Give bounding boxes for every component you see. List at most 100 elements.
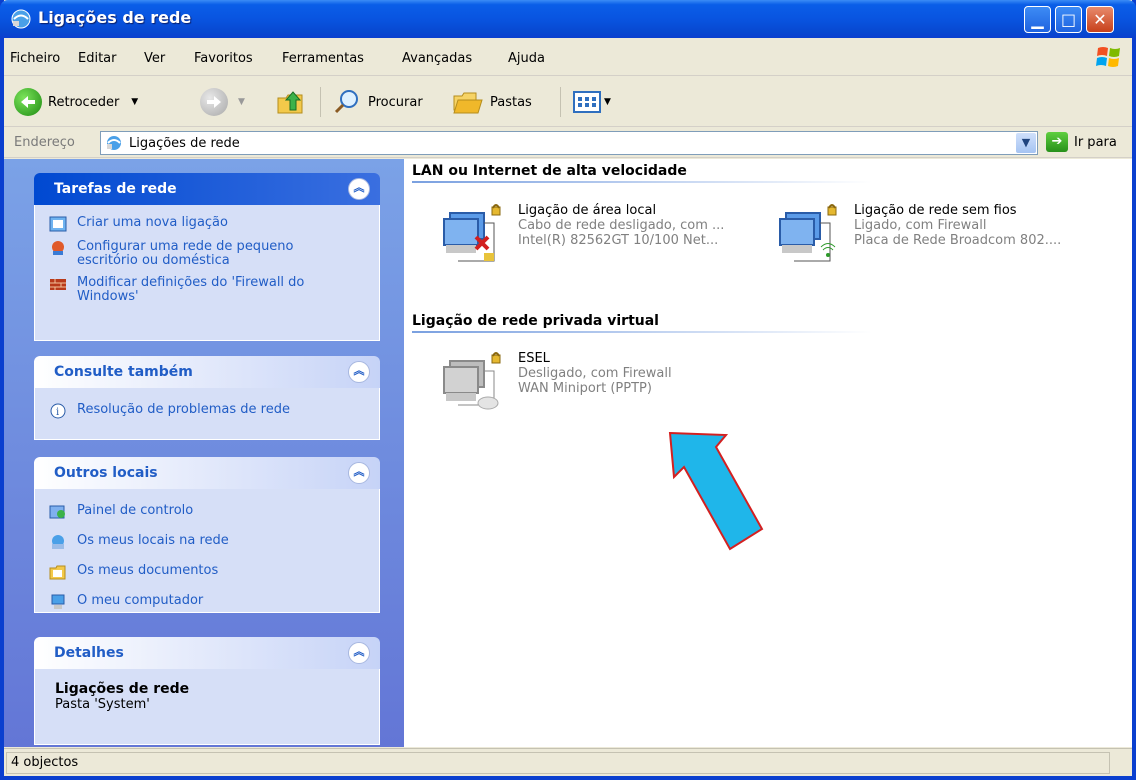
forward-button[interactable]: ▼	[200, 87, 245, 117]
task-label: Configurar uma rede de pequeno escritóri…	[77, 239, 294, 268]
back-dropdown-icon[interactable]: ▼	[131, 97, 138, 107]
network-tasks-header[interactable]: Tarefas de rede ︽	[34, 173, 380, 205]
task-label: Resolução de problemas de rede	[77, 402, 290, 417]
explorer-window: Ligações de rede ▁ □ ✕ Ficheiro Editar V…	[0, 0, 1136, 780]
network-connections-icon	[107, 136, 121, 150]
network-connections-icon	[11, 9, 31, 29]
panel-title: Outros locais	[54, 465, 158, 481]
task-setup-home-network[interactable]: Configurar uma rede de pequeno escritóri…	[35, 237, 379, 271]
see-also-panel: Consulte também ︽ i Resolução de problem…	[34, 356, 380, 440]
address-value: Ligações de rede	[129, 135, 240, 151]
maximize-button[interactable]: □	[1055, 6, 1082, 33]
address-label: Endereço	[14, 135, 75, 150]
panel-title: Tarefas de rede	[54, 181, 177, 197]
menu-editar[interactable]: Editar	[78, 51, 117, 66]
collapse-icon[interactable]: ︽	[348, 178, 370, 200]
connection-device: Placa de Rede Broadcom 802....	[854, 233, 1062, 248]
views-button[interactable]: ▼	[572, 87, 611, 117]
connection-wireless[interactable]: Ligação de rede sem fios Ligado, com Fir…	[748, 203, 1128, 263]
place-label: Painel de controlo	[77, 503, 194, 518]
task-firewall-settings[interactable]: Modificar definições do 'Firewall do Win…	[35, 273, 379, 307]
connection-name: Ligação de área local	[518, 203, 657, 218]
connection-status: Cabo de rede desligado, com ...	[518, 218, 725, 233]
status-text: 4 objectos	[6, 752, 1110, 774]
status-bar: 4 objectos	[4, 748, 1132, 776]
search-button[interactable]: Procurar	[332, 87, 423, 117]
place-my-documents[interactable]: Os meus documentos	[35, 561, 379, 583]
connection-info: Ligação de área local Cabo de rede desli…	[518, 203, 724, 248]
folders-label: Pastas	[490, 94, 532, 110]
forward-dropdown-icon[interactable]: ▼	[238, 97, 245, 107]
control-panel-icon	[49, 505, 65, 519]
collapse-icon[interactable]: ︽	[348, 642, 370, 664]
address-input[interactable]: Ligações de rede ▼	[100, 131, 1038, 155]
connection-device: WAN Miniport (PPTP)	[518, 381, 652, 396]
menu-ficheiro[interactable]: Ficheiro	[10, 51, 60, 66]
connection-esel[interactable]: ESEL Desligado, com Firewall WAN Minipor…	[412, 351, 742, 411]
group-divider	[412, 181, 872, 183]
back-arrow-icon	[14, 88, 42, 116]
menu-favoritos[interactable]: Favoritos	[194, 51, 253, 66]
details-header[interactable]: Detalhes ︽	[34, 637, 380, 669]
minimize-button[interactable]: ▁	[1024, 6, 1051, 33]
group-divider	[412, 331, 872, 333]
back-button[interactable]: Retroceder ▼	[14, 87, 138, 117]
panel-body: Criar uma nova ligação Configurar uma re…	[34, 205, 380, 341]
details-name: Ligações de rede	[55, 681, 190, 697]
new-connection-icon	[49, 216, 67, 232]
menu-avancadas[interactable]: Avançadas	[402, 51, 472, 66]
connection-local-area[interactable]: Ligação de área local Cabo de rede desli…	[412, 203, 742, 263]
menu-ver[interactable]: Ver	[144, 51, 165, 66]
folders-button[interactable]: Pastas	[452, 87, 532, 117]
connection-info: ESEL Desligado, com Firewall WAN Minipor…	[518, 351, 672, 396]
info-icon: i	[50, 403, 66, 419]
place-control-panel[interactable]: Painel de controlo	[35, 501, 379, 523]
other-places-header[interactable]: Outros locais ︽	[34, 457, 380, 489]
menu-ajuda[interactable]: Ajuda	[508, 51, 545, 66]
svg-text:i: i	[56, 407, 59, 418]
lan-disconnected-icon	[443, 204, 501, 262]
task-create-connection[interactable]: Criar uma nova ligação	[35, 213, 379, 235]
details-type: Pasta 'System'	[55, 697, 150, 712]
network-places-icon	[52, 535, 64, 549]
go-arrow-icon: ➔	[1046, 132, 1068, 152]
standard-toolbar: Retroceder ▼ ▼ Procurar Pastas ▼	[4, 77, 1132, 127]
connection-status: Ligado, com Firewall	[854, 218, 987, 233]
place-my-computer[interactable]: O meu computador	[35, 591, 379, 613]
computer-icon	[51, 594, 65, 609]
group-title-vpn: Ligação de rede privada virtual	[412, 313, 659, 329]
views-dropdown-icon[interactable]: ▼	[604, 97, 611, 107]
panel-body: Ligações de rede Pasta 'System'	[34, 669, 380, 745]
panel-title: Detalhes	[54, 645, 124, 661]
home-network-icon	[52, 241, 64, 255]
title-bar[interactable]: Ligações de rede ▁ □ ✕	[0, 0, 1136, 38]
address-dropdown-button[interactable]: ▼	[1016, 133, 1036, 153]
menu-ferramentas[interactable]: Ferramentas	[282, 51, 364, 66]
firewall-icon	[50, 279, 66, 290]
annotation-arrow-icon	[668, 431, 764, 551]
panel-body: i Resolução de problemas de rede	[34, 388, 380, 440]
task-pane: Tarefas de rede ︽ Criar uma nova ligação…	[4, 159, 404, 747]
go-button[interactable]: ➔ Ir para	[1046, 132, 1117, 152]
address-bar: Endereço Ligações de rede ▼ ➔ Ir para	[4, 128, 1132, 158]
connection-device: Intel(R) 82562GT 10/100 Net...	[518, 233, 719, 248]
task-troubleshoot[interactable]: i Resolução de problemas de rede	[35, 400, 379, 422]
place-label: Os meus documentos	[77, 563, 219, 578]
see-also-header[interactable]: Consulte também ︽	[34, 356, 380, 388]
go-label: Ir para	[1074, 134, 1117, 150]
documents-folder-icon	[49, 565, 66, 580]
connection-info: Ligação de rede sem fios Ligado, com Fir…	[854, 203, 1061, 248]
other-places-panel: Outros locais ︽ Painel de controlo Os me…	[34, 457, 380, 613]
collapse-icon[interactable]: ︽	[348, 462, 370, 484]
details-panel: Detalhes ︽ Ligações de rede Pasta 'Syste…	[34, 637, 380, 745]
close-button[interactable]: ✕	[1086, 6, 1114, 33]
views-icon	[573, 91, 601, 113]
network-tasks-panel: Tarefas de rede ︽ Criar uma nova ligação…	[34, 173, 380, 341]
place-network-places[interactable]: Os meus locais na rede	[35, 531, 379, 553]
collapse-icon[interactable]: ︽	[348, 361, 370, 383]
group-title-lan: LAN ou Internet de alta velocidade	[412, 163, 687, 179]
panel-body: Painel de controlo Os meus locais na red…	[34, 489, 380, 613]
back-label: Retroceder	[48, 94, 120, 110]
up-folder-button[interactable]	[276, 87, 306, 117]
place-label: Os meus locais na rede	[77, 533, 229, 548]
